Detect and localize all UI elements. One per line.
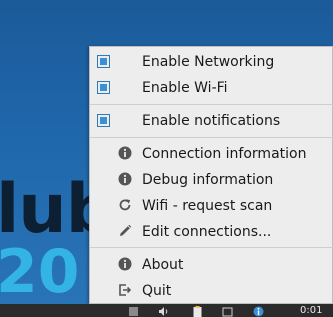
menu-item-about[interactable]: About — [90, 252, 333, 277]
checkbox-icon[interactable] — [97, 81, 110, 94]
menu-item-quit[interactable]: Quit — [90, 278, 333, 303]
info-icon — [118, 172, 132, 186]
volume-icon[interactable] — [158, 306, 169, 317]
menu-item-wifi-request-scan[interactable]: Wifi - request scan — [90, 193, 333, 218]
menu-separator — [90, 104, 333, 105]
network-context-menu: Enable Networking Enable Wi-Fi Enable no… — [89, 46, 333, 304]
taskbar-clock[interactable]: 0:01 — [300, 305, 322, 316]
clipboard-icon[interactable] — [192, 306, 203, 317]
refresh-icon — [119, 199, 131, 211]
checkbox-icon[interactable] — [97, 114, 110, 127]
window-icon[interactable] — [222, 306, 233, 317]
info-icon — [118, 146, 132, 160]
menu-item-label: Edit connections... — [142, 223, 272, 240]
menu-item-label: About — [142, 256, 184, 273]
taskbar: 0:01 — [0, 304, 333, 317]
exit-icon — [119, 284, 132, 296]
tray-window-icon[interactable] — [128, 306, 139, 317]
menu-item-label: Connection information — [142, 145, 307, 162]
wallpaper-year: 20 — [0, 237, 80, 307]
menu-item-label: Wifi - request scan — [142, 197, 273, 214]
info-icon — [118, 257, 132, 271]
menu-item-label: Debug information — [142, 171, 274, 188]
menu-item-connection-information[interactable]: Connection information — [90, 141, 333, 166]
checkbox-icon[interactable] — [97, 55, 110, 68]
menu-item-debug-information[interactable]: Debug information — [90, 167, 333, 192]
menu-separator — [90, 247, 333, 248]
menu-item-edit-connections[interactable]: Edit connections... — [90, 219, 333, 244]
pencil-icon — [120, 224, 132, 236]
menu-item-label: Enable Networking — [142, 53, 275, 70]
menu-item-label: Enable Wi-Fi — [142, 79, 228, 96]
network-info-icon[interactable] — [253, 306, 264, 317]
menu-item-enable-networking[interactable]: Enable Networking — [90, 49, 333, 74]
menu-item-enable-notifications[interactable]: Enable notifications — [90, 108, 333, 133]
menu-item-label: Quit — [142, 282, 172, 299]
menu-item-enable-wifi[interactable]: Enable Wi-Fi — [90, 75, 333, 100]
menu-separator — [90, 137, 333, 138]
menu-item-label: Enable notifications — [142, 112, 281, 129]
